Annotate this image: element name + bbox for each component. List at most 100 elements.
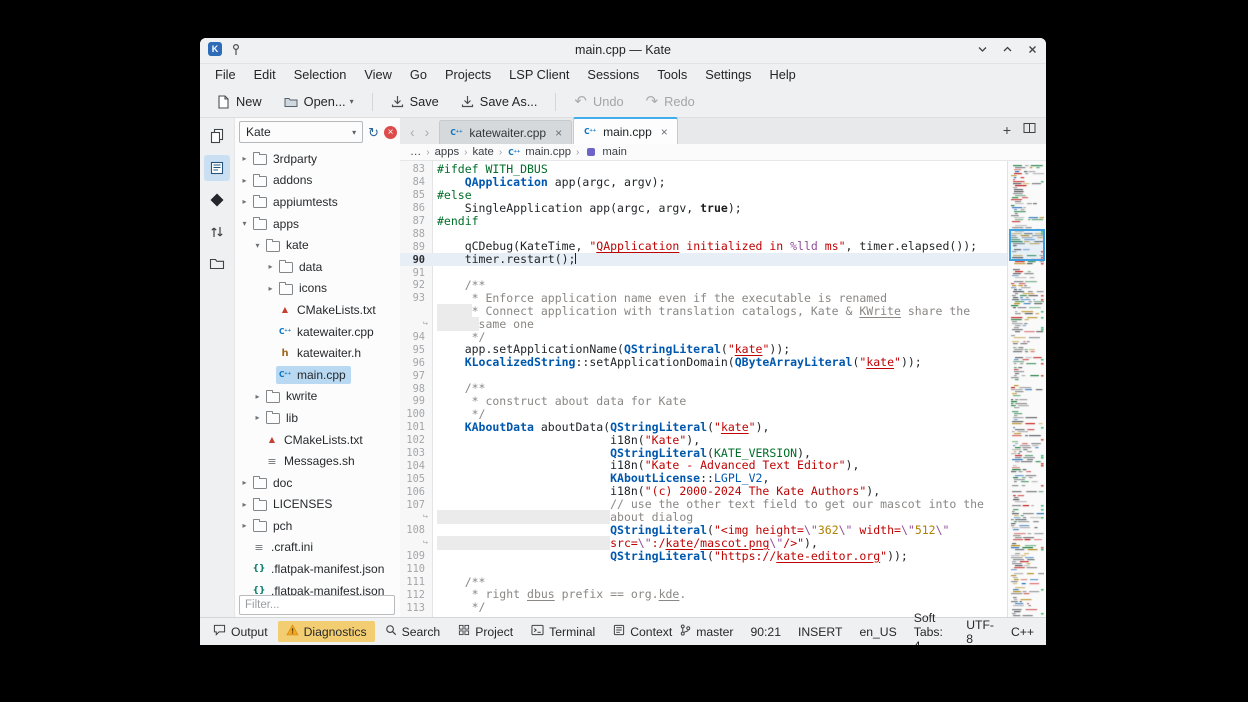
expander-icon[interactable]: ▾ — [252, 241, 263, 250]
expander-icon[interactable]: ▸ — [239, 197, 250, 206]
status-diagnostics[interactable]: Diagnostics — [278, 621, 375, 642]
status-terminal[interactable]: Terminal — [523, 621, 603, 642]
tree-item-katewaiter-h[interactable]: hkatewaiter.h — [235, 342, 401, 364]
expander-icon[interactable]: ▸ — [252, 413, 263, 422]
code-line-112[interactable]: 112 * right dbus prefix == org.kde. — [400, 588, 1008, 601]
menu-edit[interactable]: Edit — [245, 64, 285, 86]
tree-item-kwrite[interactable]: ▸kwrite — [235, 386, 401, 408]
tab-close-icon[interactable]: × — [555, 126, 562, 140]
menu-sessions[interactable]: Sessions — [578, 64, 648, 86]
new-button[interactable]: New — [208, 90, 271, 113]
menu-go[interactable]: Go — [401, 64, 436, 86]
status-context[interactable]: Context — [605, 621, 680, 642]
status-utf-8[interactable]: UTF-8 — [966, 618, 994, 646]
expander-icon[interactable]: ▸ — [239, 478, 250, 487]
toolview-documents-button[interactable] — [204, 123, 230, 149]
save-button[interactable]: Save — [382, 90, 448, 113]
code-line-wrap[interactable]: ↪ same one — [400, 318, 1008, 331]
tree-item-pch[interactable]: ▸pch — [235, 515, 401, 537]
tab-scroll-right-icon[interactable]: › — [425, 125, 430, 139]
menu-file[interactable]: File — [206, 64, 245, 86]
code-line-86[interactable]: 86 SingleApplication app(argc, argv, tru… — [400, 202, 1008, 215]
tree-item-katewaiter-cpp[interactable]: C⁺⁺katewaiter.cpp — [235, 321, 401, 343]
project-selector[interactable]: Kate ▾ — [239, 121, 363, 143]
menu-help[interactable]: Help — [760, 64, 804, 86]
tree-item-messages-sh[interactable]: ≡Messages.sh — [235, 450, 401, 472]
status-search[interactable]: Search — [377, 621, 449, 642]
menu-lsp-client[interactable]: LSP Client — [500, 64, 578, 86]
code-line-84[interactable]: 84 QApplication app(argc, argv); — [400, 176, 1008, 189]
menu-view[interactable]: View — [355, 64, 401, 86]
expander-icon[interactable]: ▸ — [265, 284, 276, 293]
breadcrumb-item-main-cpp[interactable]: C⁺⁺main.cpp — [507, 146, 571, 158]
tree-item-main-cpp[interactable]: C⁺⁺main.cpp — [235, 364, 401, 386]
code-area[interactable]: 83#ifdef WITH_DBUS84 QApplication app(ar… — [400, 161, 1008, 618]
tree-item-flatpak-manifest-json[interactable]: {}.flatpak-manifest.json — [235, 558, 401, 580]
status-90-21[interactable]: 90:21 — [750, 625, 781, 639]
toolview-projects-button[interactable] — [204, 155, 230, 181]
expander-icon[interactable]: ▸ — [239, 154, 250, 163]
expander-icon[interactable]: ▸ — [239, 521, 250, 530]
expander-icon[interactable]: ▸ — [265, 262, 276, 271]
tab-katewaiter-cpp[interactable]: C⁺⁺katewaiter.cpp× — [439, 120, 572, 144]
status-master[interactable]: master — [680, 624, 733, 639]
menu-selection[interactable]: Selection — [285, 64, 356, 86]
breadcrumb-item-apps[interactable]: apps — [435, 146, 460, 158]
tab-close-icon[interactable]: × — [661, 125, 668, 139]
menu-settings[interactable]: Settings — [696, 64, 760, 86]
code-line-99[interactable]: 99 * construct about data for Kate — [400, 395, 1008, 408]
tab-scroll-left-icon[interactable]: ‹ — [410, 125, 415, 139]
expander-icon[interactable]: ▸ — [239, 500, 250, 509]
status-c[interactable]: C++ — [1011, 625, 1034, 639]
menu-tools[interactable]: Tools — [648, 64, 696, 86]
tree-item-licenses[interactable]: ▸LICENSES — [235, 494, 401, 516]
expander-icon[interactable]: ▸ — [252, 392, 263, 401]
toolview-filesystem-button[interactable] — [204, 251, 230, 277]
toolview-git-button[interactable] — [204, 187, 230, 213]
project-close-button[interactable]: × — [384, 126, 397, 139]
split-view-icon[interactable] — [1023, 121, 1036, 139]
undo-button[interactable]: ↶ Undo — [565, 90, 632, 113]
tree-item-cmakelists-txt[interactable]: ▲CMakeLists.txt — [235, 429, 401, 451]
open-button[interactable]: Open... ▾ — [275, 90, 363, 113]
tree-item-appiumtests[interactable]: ▸appiumtests — [235, 191, 401, 213]
tree-item-craft-ini[interactable]: ≡.craft.ini — [235, 537, 401, 559]
tree-item-addons[interactable]: ▸addons — [235, 170, 401, 192]
tree-item-lib[interactable]: ▸lib — [235, 407, 401, 429]
tree-item-icons[interactable]: ▸icons — [235, 278, 401, 300]
code-line-109[interactable]: 109 QStringLiteral("https://kate-editor.… — [400, 550, 1008, 563]
breadcrumb-item-kate[interactable]: kate — [472, 146, 493, 158]
status-project[interactable]: Project — [450, 621, 521, 642]
redo-button[interactable]: ↷ Redo — [637, 90, 704, 113]
tab-main-cpp[interactable]: C⁺⁺main.cpp× — [573, 117, 678, 144]
minimap-viewport[interactable] — [1009, 229, 1045, 261]
menu-projects[interactable]: Projects — [436, 64, 500, 86]
new-tab-icon[interactable]: + — [1003, 124, 1011, 136]
minimap[interactable] — [1007, 161, 1046, 618]
save-as-button[interactable]: Save As... — [452, 90, 547, 113]
breadcrumb-item-[interactable]: … — [410, 146, 421, 158]
expander-icon[interactable]: ▸ — [239, 176, 250, 185]
tree-item-doc[interactable]: ▸doc — [235, 472, 401, 494]
project-refresh-button[interactable]: ↻ — [368, 126, 379, 139]
code-line-87[interactable]: 87#endif — [400, 215, 1008, 228]
toolview-diff-button[interactable] — [204, 219, 230, 245]
code-line-97[interactable]: 97 — [400, 369, 1008, 382]
tree-item-3rdparty[interactable]: ▸3rdparty — [235, 148, 401, 170]
minimize-icon[interactable] — [977, 44, 988, 55]
expander-icon[interactable]: ▾ — [239, 219, 250, 228]
tree-item-cmakelists-txt[interactable]: ▲CMakeLists.txt — [235, 299, 401, 321]
code-line-91[interactable]: 91 — [400, 266, 1008, 279]
maximize-icon[interactable] — [1002, 44, 1013, 55]
close-icon[interactable] — [1027, 44, 1038, 55]
tree-item-kate[interactable]: ▾kate — [235, 234, 401, 256]
project-filter-input[interactable] — [239, 595, 395, 615]
code-line-110[interactable]: 110 — [400, 563, 1008, 576]
code-line-96[interactable]: 96 KLocalizedString::setApplicationDomai… — [400, 356, 1008, 369]
tree-item-apps[interactable]: ▾apps — [235, 213, 401, 235]
status-en-us[interactable]: en_US — [859, 625, 896, 639]
tree-item-data[interactable]: ▸data — [235, 256, 401, 278]
status-insert[interactable]: INSERT — [798, 625, 842, 639]
code-line-90[interactable]: 90 timer.restart(); — [400, 253, 1008, 266]
status-soft-tabs-4[interactable]: Soft Tabs: 4 — [914, 611, 949, 646]
